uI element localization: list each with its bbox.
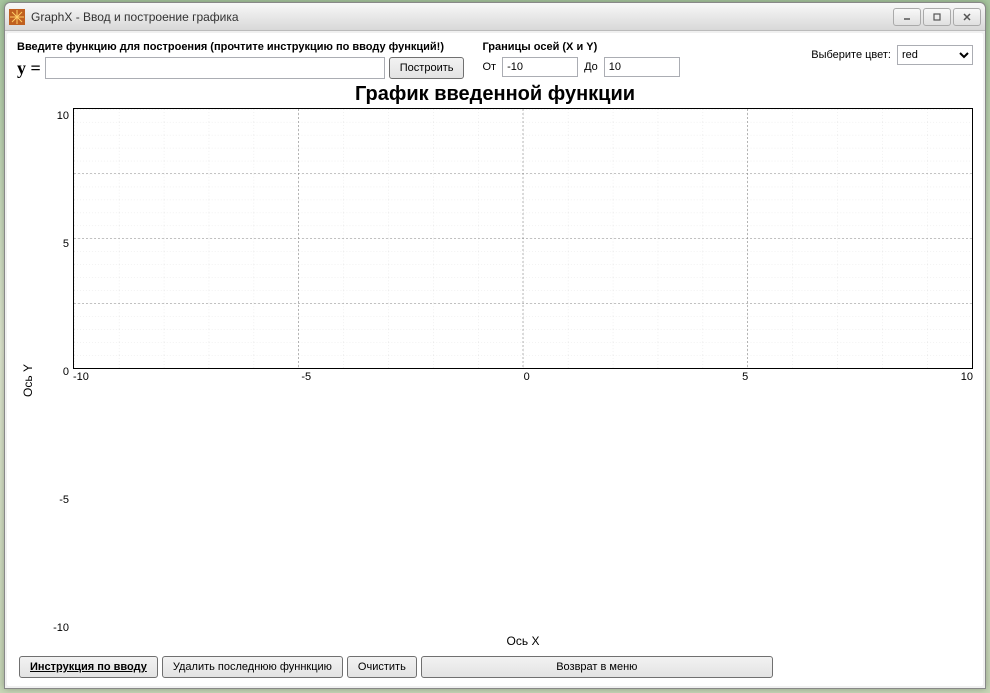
clear-button[interactable]: Очистить (347, 656, 417, 678)
from-input[interactable] (502, 57, 578, 77)
build-button[interactable]: Построить (389, 57, 465, 79)
to-label: До (584, 61, 598, 73)
x-tick: -10 (73, 371, 89, 630)
delete-last-button[interactable]: Удалить последнюю фуннкцию (162, 656, 343, 678)
window-title: GraphX - Ввод и построение графика (31, 10, 239, 24)
y-tick-labels: 10 5 0 -5 -10 (37, 110, 73, 634)
content-area: Введите функцию для построения (прочтите… (7, 33, 983, 686)
from-label: От (482, 61, 496, 73)
app-icon (9, 9, 25, 25)
back-to-menu-button[interactable]: Возврат в меню (421, 656, 773, 678)
y-tick: 10 (57, 110, 69, 122)
y-equals-label: y = (17, 58, 41, 79)
color-label: Выберите цвет: (811, 49, 891, 61)
x-tick: -5 (301, 371, 311, 630)
app-window: GraphX - Ввод и построение графика Введи… (4, 2, 986, 689)
function-input[interactable] (45, 57, 385, 79)
axis-block: Границы осей (X и Y) От До (482, 41, 679, 77)
x-tick: 10 (961, 371, 973, 630)
window-controls (893, 8, 981, 26)
axis-bounds-label: Границы осей (X и Y) (482, 41, 679, 53)
maximize-button[interactable] (923, 8, 951, 26)
y-tick: 5 (63, 238, 69, 250)
x-tick: 0 (524, 371, 530, 630)
chart-area: Ось Y 10 5 0 -5 -10 (19, 108, 973, 652)
close-button[interactable] (953, 8, 981, 26)
function-label: Введите функцию для построения (прочтите… (17, 41, 464, 53)
top-controls-row: Введите функцию для построения (прочтите… (17, 41, 973, 79)
chart-title: График введенной функции (17, 83, 973, 106)
y-tick: -10 (53, 622, 69, 634)
plot-area[interactable] (73, 108, 973, 369)
y-axis-label: Ось Y (19, 364, 37, 397)
x-tick: 5 (742, 371, 748, 630)
grid-icon (74, 109, 972, 368)
color-block: Выберите цвет: red (811, 41, 973, 65)
titlebar[interactable]: GraphX - Ввод и построение графика (5, 3, 985, 31)
x-axis-label: Ось X (73, 634, 973, 648)
minimize-button[interactable] (893, 8, 921, 26)
function-block: Введите функцию для построения (прочтите… (17, 41, 464, 79)
color-select[interactable]: red (897, 45, 973, 65)
y-tick: 0 (63, 366, 69, 378)
footer-buttons: Инструкция по вводу Удалить последнюю фу… (17, 652, 973, 680)
instructions-button[interactable]: Инструкция по вводу (19, 656, 158, 678)
to-input[interactable] (604, 57, 680, 77)
x-tick-labels: -10 -5 0 5 10 (73, 369, 973, 632)
y-tick: -5 (59, 494, 69, 506)
